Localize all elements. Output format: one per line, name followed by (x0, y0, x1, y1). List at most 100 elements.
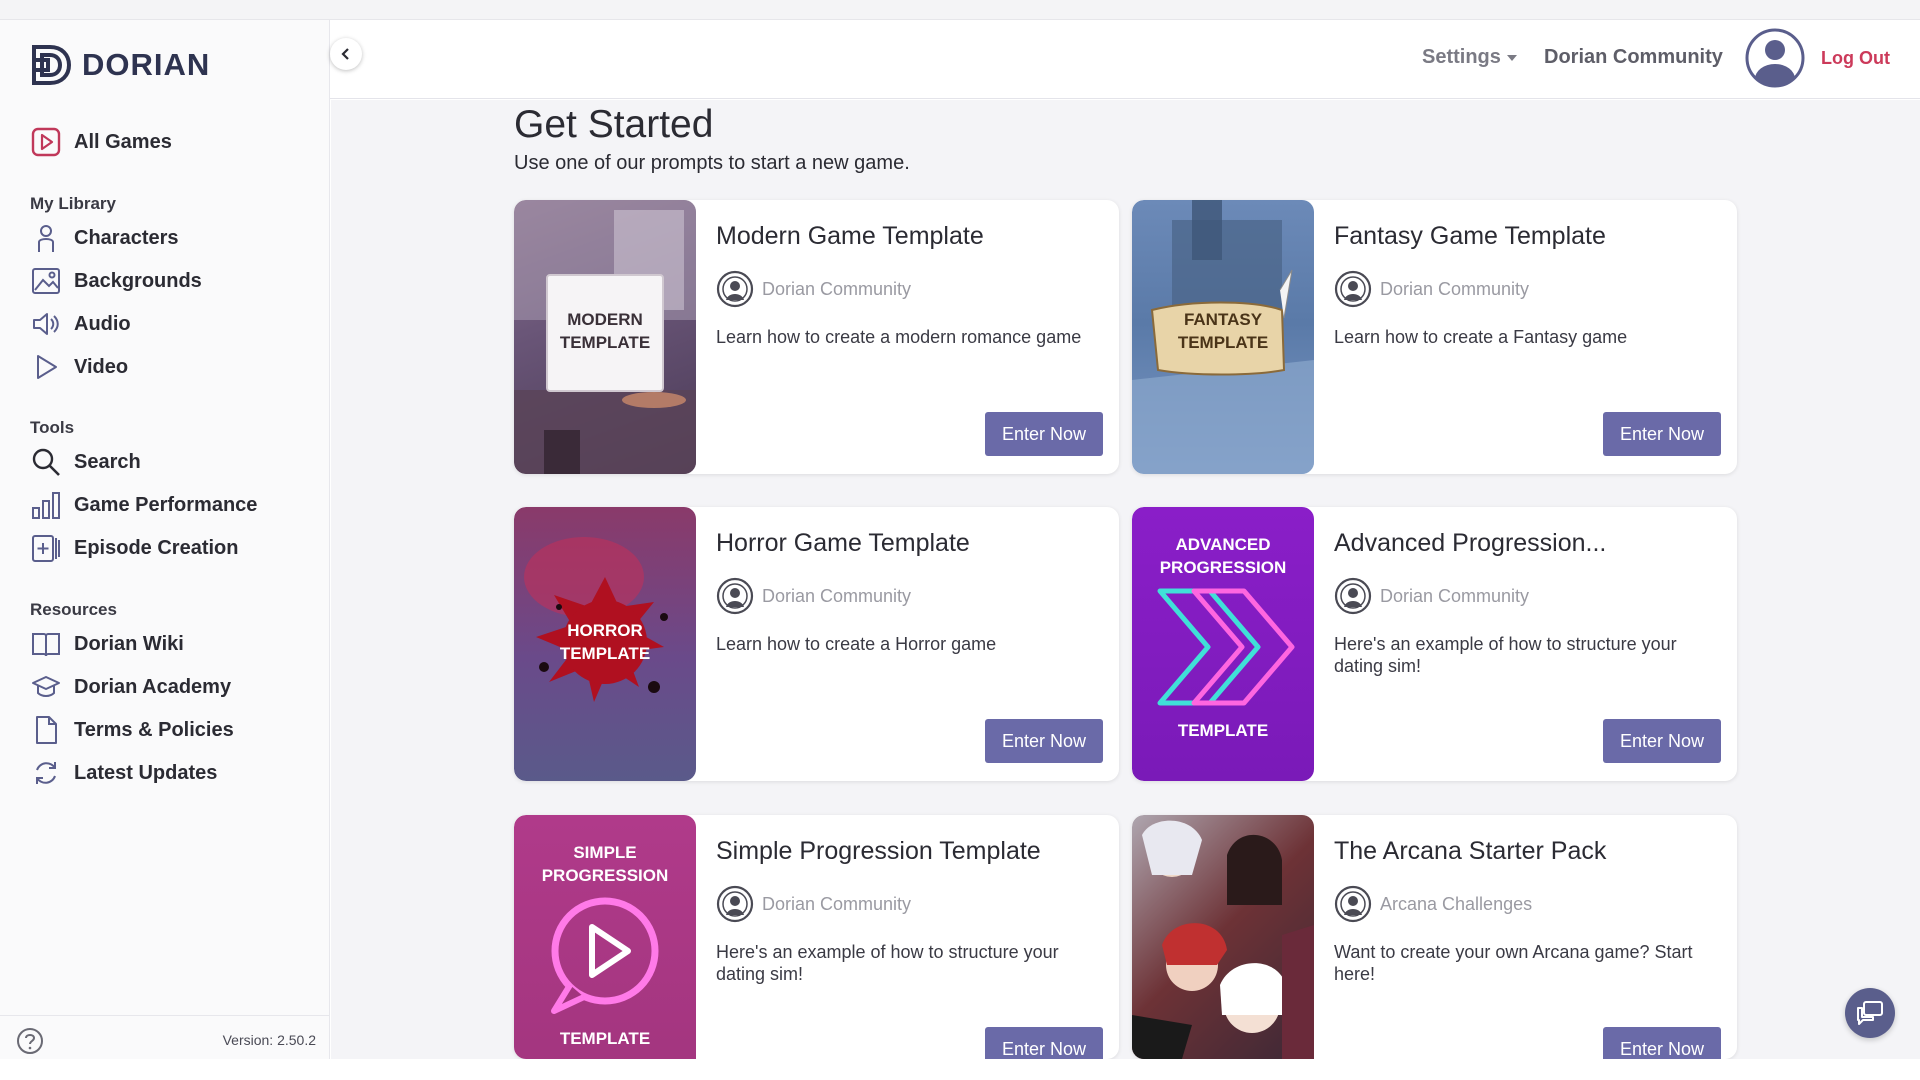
card-author: Dorian Community (1334, 270, 1529, 308)
card-description: Learn how to create a Fantasy game (1334, 327, 1628, 347)
user-avatar-icon (1745, 28, 1805, 88)
thumb-label-line: FANTASY (1183, 310, 1263, 329)
card-description: Learn how to create a modern romance gam… (716, 327, 1082, 347)
enter-now-button[interactable]: Enter Now (985, 412, 1103, 456)
community-link[interactable]: Dorian Community (1544, 46, 1723, 69)
card-thumbnail: SIMPLE PROGRESSION TEMPLATE (514, 815, 696, 1059)
enter-now-button[interactable]: Enter Now (985, 1027, 1103, 1059)
template-card[interactable]: MODERN TEMPLATE Modern Game Template Dor… (514, 200, 1119, 474)
card-title[interactable]: Advanced Progression... (1334, 529, 1606, 558)
avatar[interactable] (1744, 27, 1806, 89)
thumb-label: TEMPLATE (1177, 721, 1269, 740)
collapse-sidebar-button[interactable] (330, 38, 362, 70)
template-card[interactable]: SIMPLE PROGRESSION TEMPLATE Simple Progr… (514, 815, 1119, 1059)
author-avatar-icon (716, 270, 754, 308)
thumb-label-line: TEMPLATE (559, 333, 651, 352)
template-card[interactable]: ADVANCED PROGRESSION TEMPLATE Advanced P… (1132, 507, 1737, 781)
dorian-logo-icon (32, 45, 72, 85)
book-icon (30, 628, 62, 660)
author-name: Dorian Community (762, 278, 912, 299)
refresh-icon (30, 757, 62, 789)
author-avatar-icon (1334, 270, 1372, 308)
top-strip (0, 0, 1920, 20)
section-title-my-library: My Library (30, 194, 116, 213)
sidebar-item-all-games[interactable]: All Games (30, 125, 172, 159)
section-title-resources: Resources (30, 600, 117, 619)
arcana-characters-image (1132, 815, 1314, 1059)
sidebar-item-label: Latest Updates (74, 761, 218, 784)
author-name: Dorian Community (1380, 278, 1530, 299)
sidebar-item-characters[interactable]: Characters (30, 221, 179, 255)
thumb-label-line: ADVANCED (1175, 535, 1271, 554)
author-avatar-icon (1334, 577, 1372, 615)
author-avatar-icon (716, 885, 754, 923)
card-author: Dorian Community (716, 270, 911, 308)
chat-support-button[interactable] (1845, 988, 1895, 1038)
thumb-label: MODERN TEMPLATE (514, 308, 696, 354)
graduation-cap-icon (30, 671, 62, 703)
sidebar-item-terms-policies[interactable]: Terms & Policies (30, 713, 234, 747)
sidebar-item-label: Terms & Policies (74, 718, 234, 741)
thumb-label-line: PROGRESSION (1159, 558, 1287, 577)
speaker-icon (30, 308, 62, 340)
sidebar-item-audio[interactable]: Audio (30, 307, 131, 341)
bar-chart-icon (30, 489, 62, 521)
sidebar-item-dorian-wiki[interactable]: Dorian Wiki (30, 627, 184, 661)
enter-now-button[interactable]: Enter Now (1603, 1027, 1721, 1059)
brand-name: DORIAN (82, 47, 211, 82)
sidebar-item-label: Search (74, 450, 141, 473)
enter-now-button[interactable]: Enter Now (1603, 412, 1721, 456)
sidebar: DORIAN All Games My Library Characters B… (0, 20, 330, 1059)
template-card[interactable]: The Arcana Starter Pack Arcana Challenge… (1132, 815, 1737, 1059)
help-icon[interactable] (15, 1026, 45, 1061)
author-avatar-icon (1334, 885, 1372, 923)
card-title[interactable]: The Arcana Starter Pack (1334, 837, 1606, 866)
card-title[interactable]: Modern Game Template (716, 222, 984, 251)
sidebar-item-label: Audio (74, 312, 131, 335)
card-description: Learn how to create a Horror game (716, 634, 997, 654)
sidebar-item-label: Dorian Wiki (74, 632, 184, 655)
card-thumbnail: ADVANCED PROGRESSION TEMPLATE (1132, 507, 1314, 781)
sidebar-item-search[interactable]: Search (30, 445, 141, 479)
thumb-label-line: MODERN (567, 310, 643, 329)
logout-button[interactable]: Log Out (1821, 48, 1890, 69)
card-author: Dorian Community (716, 577, 911, 615)
card-title[interactable]: Fantasy Game Template (1334, 222, 1606, 251)
card-author: Dorian Community (716, 885, 911, 923)
template-card[interactable]: FANTASY TEMPLATE Fantasy Game Template D… (1132, 200, 1737, 474)
enter-now-button[interactable]: Enter Now (985, 719, 1103, 763)
page-subtitle: Use one of our prompts to start a new ga… (514, 152, 910, 174)
card-description: Want to create your own Arcana game? Sta… (1334, 942, 1693, 984)
sidebar-item-video[interactable]: Video (30, 350, 128, 384)
add-episode-icon (30, 532, 62, 564)
card-thumbnail: FANTASY TEMPLATE (1132, 200, 1314, 474)
sidebar-item-backgrounds[interactable]: Backgrounds (30, 264, 202, 298)
enter-now-button[interactable]: Enter Now (1603, 719, 1721, 763)
sidebar-item-latest-updates[interactable]: Latest Updates (30, 756, 217, 790)
settings-dropdown[interactable]: Settings (1422, 46, 1517, 69)
card-title[interactable]: Horror Game Template (716, 529, 970, 558)
card-title[interactable]: Simple Progression Template (716, 837, 1041, 866)
card-description: Here's an example of how to structure yo… (1334, 634, 1677, 676)
author-name: Dorian Community (762, 585, 912, 606)
card-description: Here's an example of how to structure yo… (716, 942, 1059, 984)
person-icon (30, 222, 62, 254)
brand-logo[interactable]: DORIAN (30, 44, 210, 86)
sidebar-item-dorian-academy[interactable]: Dorian Academy (30, 670, 231, 704)
chat-bubbles-icon (1857, 1001, 1883, 1025)
sidebar-item-label: Video (74, 355, 129, 378)
author-name: Dorian Community (1380, 585, 1530, 606)
section-title-tools: Tools (30, 418, 75, 437)
caret-down-icon (1506, 54, 1517, 61)
card-thumbnail: MODERN TEMPLATE (514, 200, 696, 474)
template-card[interactable]: HORROR TEMPLATE Horror Game Template Dor… (514, 507, 1119, 781)
sidebar-item-label: Game Performance (74, 493, 258, 516)
thumb-label: FANTASY TEMPLATE (1132, 308, 1314, 354)
document-icon (30, 714, 62, 746)
sidebar-footer: Version: 2.50.2 (0, 1015, 330, 1059)
sidebar-item-game-performance[interactable]: Game Performance (30, 488, 257, 522)
thumb-label: SIMPLE PROGRESSION (514, 841, 696, 887)
sidebar-item-episode-creation[interactable]: Episode Creation (30, 531, 238, 565)
thumb-label: HORROR TEMPLATE (514, 619, 696, 665)
thumb-label-line: TEMPLATE (1177, 333, 1269, 352)
